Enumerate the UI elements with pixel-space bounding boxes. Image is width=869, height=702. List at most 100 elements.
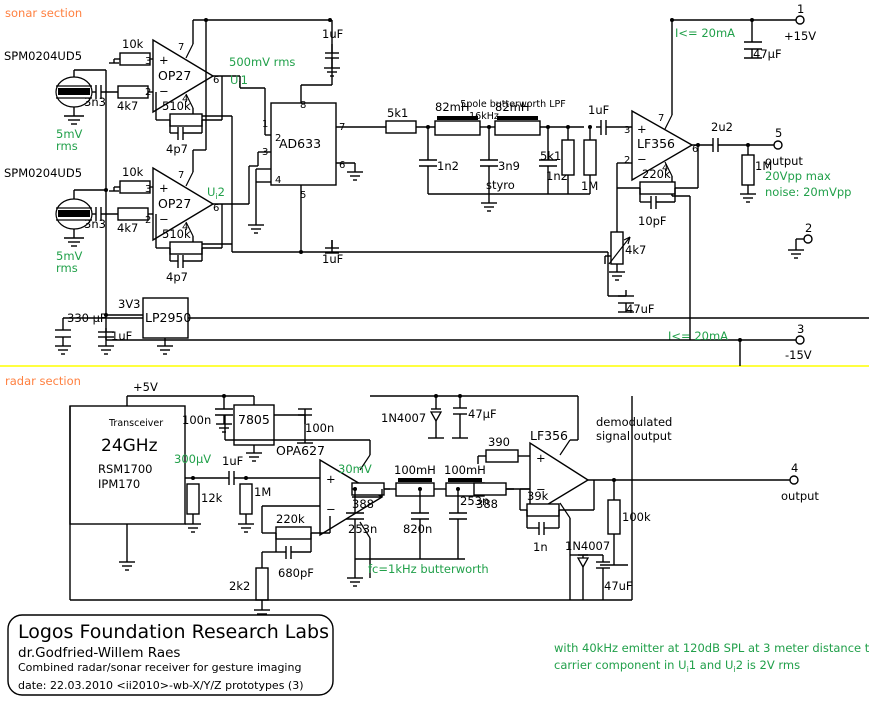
lpf-cap-1-label: 1n2 — [437, 159, 459, 173]
pos-supply-current-note: I<= 20mA — [675, 26, 735, 40]
radar-protection-diode-label: 1N4007 — [381, 411, 426, 425]
sonar-output-note1: 20Vpp max — [765, 169, 831, 183]
radar-input-resistor-12k — [186, 483, 200, 515]
sonar-output-terminal[interactable] — [773, 140, 783, 150]
footnote-line2: carrier component in Ui1 and Ui2 is 2V r… — [554, 658, 800, 674]
opamp2-pin7-label: 7 — [178, 170, 184, 181]
mic2-input-resistor-label: 4k7 — [117, 221, 138, 235]
footnote-line1: with 40kHz emitter at 120dB SPL at 3 met… — [554, 641, 869, 655]
radar-outamp-bias-resistor — [485, 449, 519, 463]
radar-filter-resistor-2-label: 388 — [476, 497, 498, 511]
offset-trim-pot-label: 4k7 — [625, 243, 646, 257]
radar-outamp-feedback-resistor-label: 39k — [527, 489, 549, 503]
mic1-part-label: SPM0204UD5 — [4, 49, 82, 63]
radar-transceiver-line1: Transceiver — [108, 418, 163, 429]
radar-protection-cap-label: 47µF — [468, 407, 497, 421]
sonar-output-load-resistor — [741, 154, 755, 186]
radar-outamp-feedback-resistor — [526, 503, 560, 517]
lpf-cap-2-note: styro — [486, 178, 515, 192]
radar-output-terminal-number: 4 — [791, 461, 798, 475]
sonar-outamp-feedback-resistor-label: 220k — [642, 167, 671, 181]
sonar-output-label: output — [765, 154, 803, 168]
neg-supply-label: -15V — [785, 348, 812, 362]
radar-transceiver-line4: IPM170 — [98, 477, 140, 491]
lpf-coupling-cap-label: 1uF — [588, 103, 609, 117]
pos-supply-decap-label: 47µF — [753, 47, 782, 61]
radar-preamp-plus-sign: + — [326, 472, 336, 486]
ui1-level-label: 500mV rms — [229, 55, 295, 69]
opamp2-pin2-label: 2 — [145, 215, 151, 226]
mic2-bias-resistor-label: 10k — [122, 165, 144, 179]
radar-filter-note: fc=1kHz butterworth — [368, 562, 489, 576]
radar-preamp-out-level-label: 30mV — [338, 462, 372, 476]
sonar-outamp-part-label: LF356 — [637, 136, 675, 151]
radar-section-label: radar section — [5, 374, 81, 388]
ground-terminal-number: 2 — [805, 221, 812, 235]
mic1-level-unit-label: rms — [56, 139, 78, 153]
radar-outamp-part-label: LF356 — [530, 428, 568, 443]
radar-output-load-resistor — [607, 499, 621, 535]
mic2-level-unit-label: rms — [56, 261, 78, 275]
opamp2-feedback-resistor — [169, 241, 203, 255]
sonar-section-label: sonar section — [5, 6, 82, 20]
pos-supply-label: +15V — [784, 29, 816, 43]
radar-protection-diode2-label: 1N4007 — [565, 539, 610, 553]
ldo-input-cap-label: 330 µF — [67, 311, 107, 325]
multiplier-pin3-label: 3 — [262, 147, 268, 158]
ldo-regulator-part-label: LP2950 — [145, 310, 191, 325]
sonar-outamp-minus-sign: − — [637, 152, 647, 166]
radar-filter-cap-2-label: 820n — [403, 522, 432, 536]
opamp1-pin2-label: 2 — [145, 87, 151, 98]
radar-supply-cap1-label: 100n — [182, 413, 211, 427]
lpf-series-resistor — [385, 120, 417, 134]
mic1-coupling-cap-label: 3n3 — [84, 95, 106, 109]
opamp1-pin7-label: 7 — [178, 42, 184, 53]
sonar-output-cap-label: 2u2 — [711, 120, 733, 134]
radar-output-terminal[interactable] — [789, 475, 799, 485]
opamp2-feedback-cap-label: 4p7 — [166, 270, 188, 284]
radar-voltage-regulator-label: 7805 — [238, 412, 270, 427]
radar-transceiver-line2: 24GHz — [101, 436, 158, 456]
lpf-resistor-2-label: 5k1 — [540, 149, 561, 163]
radar-protection-cap2-label: 47uF — [604, 579, 633, 593]
radar-filter-inductor-1-label: 100mH — [394, 463, 436, 477]
radar-input-resistor-12k-label: 12k — [201, 491, 223, 505]
neg-rail-decap-label: 47uF — [626, 302, 655, 316]
radar-coupling-cap-label: 1uF — [222, 454, 243, 468]
title-block-subtitle: Combined radar/sonar receiver for gestur… — [18, 661, 301, 674]
pos-supply-terminal-number: 1 — [797, 2, 804, 16]
mic2-input-resistor — [117, 207, 149, 221]
radar-transceiver-line3: RSM1700 — [98, 462, 152, 476]
multiplier-part-label: AD633 — [279, 136, 321, 151]
neg-supply-terminal[interactable] — [795, 335, 805, 345]
multiplier-decap1-label: 1uF — [322, 27, 343, 41]
radar-preamp-minus-sign: − — [326, 502, 336, 516]
radar-bias-resistor-1m — [239, 483, 253, 515]
title-block-author: dr.Godfried-Willem Raes — [18, 645, 180, 661]
radar-output-note1: demodulated — [596, 415, 672, 429]
pos-supply-terminal[interactable] — [795, 15, 805, 25]
opamp1-feedback-cap-label: 4p7 — [166, 142, 188, 156]
title-block-org: Logos Foundation Research Labs — [18, 621, 329, 643]
schematic-canvas: sonar section radar section SPM0204UD5 5… — [0, 0, 869, 702]
radar-outamp-bias-resistor-label: 390 — [488, 435, 510, 449]
radar-filter-inductor-2-label: 100mH — [444, 463, 486, 477]
schematic-sheet: sonar section radar section SPM0204UD5 5… — [0, 0, 869, 702]
multiplier-decap2-label: 1uF — [322, 252, 343, 266]
neg-supply-current-note: I<= 20mA — [668, 329, 728, 343]
opamp2-feedback-resistor-label: 510k — [162, 227, 191, 241]
radar-preamp-feedback-cap-label: 680pF — [278, 566, 314, 580]
radar-output-note2: signal output — [596, 429, 672, 443]
mic2-part-label: SPM0204UD5 — [4, 166, 82, 180]
opamp1-feedback-resistor-label: 510k — [162, 99, 191, 113]
sonar-output-note2: noise: 20mVpp — [765, 185, 851, 199]
ground-terminal[interactable] — [803, 234, 813, 244]
radar-preamp-feedback-resistor — [275, 526, 312, 540]
sonar-outamp-pin2-label: 2 — [624, 155, 630, 166]
opamp2-plus-sign: + — [159, 181, 169, 195]
sonar-outamp-pin3-label: 3 — [624, 125, 630, 136]
radar-bias-resistor-1m-label: 1M — [254, 485, 271, 499]
radar-signal-level-label: 300µV — [174, 452, 211, 466]
radar-gain-resistor-2k2-label: 2k2 — [229, 579, 250, 593]
opamp1-pin3-label: 3 — [145, 56, 151, 67]
